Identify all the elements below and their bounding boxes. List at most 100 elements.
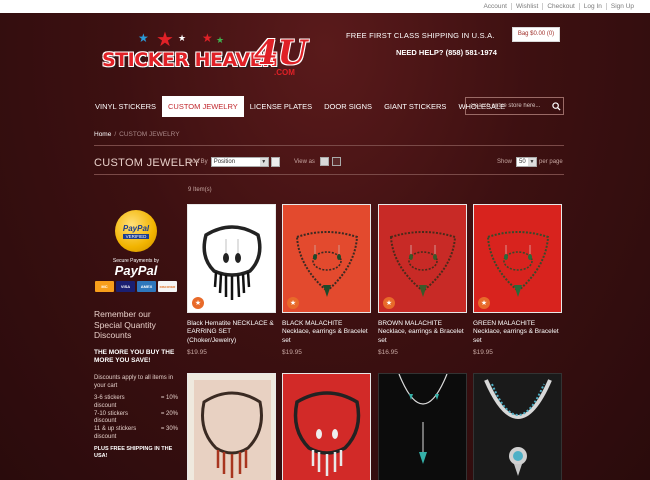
per-page-label: per page <box>539 159 563 165</box>
product-price: $19.95 <box>187 349 207 357</box>
mastercard-icon: MC <box>95 281 114 292</box>
product-price: $19.95 <box>473 349 493 357</box>
logo-domain: .COM <box>274 68 295 77</box>
tier-row: 3-6 stickers = 10% <box>94 395 178 403</box>
signup-link[interactable]: Sign Up <box>605 3 638 10</box>
free-shipping-note: PLUS FREE SHIPPING IN THE USA! <box>94 446 173 460</box>
star-icon: ★ <box>138 31 149 45</box>
nav-door-signs[interactable]: DOOR SIGNS <box>318 96 378 117</box>
wishlist-link[interactable]: Wishlist <box>510 3 542 10</box>
nav-custom-jewelry[interactable]: CUSTOM JEWELRY <box>162 96 244 117</box>
product-image[interactable] <box>187 373 276 480</box>
product-name[interactable]: BROWN MALACHITE Necklace, earrings & Bra… <box>378 320 467 345</box>
product-image[interactable] <box>473 373 562 480</box>
main-nav: VINYL STICKERS CUSTOM JEWELRY LICENSE PL… <box>89 96 511 117</box>
chevron-down-icon: ▼ <box>528 158 537 166</box>
search-box <box>465 97 564 115</box>
discover-icon: DISCOVER <box>158 281 177 292</box>
necklace-image <box>486 231 550 297</box>
product-card[interactable]: ★ BROWN MALACHITE Necklace, earrings & B… <box>378 204 467 356</box>
product-image[interactable]: ★ <box>282 204 371 313</box>
tier-suffix: discount <box>94 433 117 440</box>
product-price: $16.95 <box>378 349 398 357</box>
cart-bag-button[interactable]: Bag $0.00 (0) <box>512 27 560 42</box>
page-title: CUSTOM JEWELRY <box>94 157 201 169</box>
breadcrumb-home[interactable]: Home <box>94 131 111 138</box>
star-icon: ★ <box>178 33 187 43</box>
nav-vinyl-stickers[interactable]: VINYL STICKERS <box>89 96 162 117</box>
divider <box>94 174 564 175</box>
sort-value: Position <box>213 159 236 165</box>
nav-license-plates[interactable]: LICENSE PLATES <box>244 96 318 117</box>
login-link[interactable]: Log In <box>578 3 606 10</box>
tier-row: 7-10 stickers = 20% <box>94 411 178 419</box>
limit-value: 50 <box>519 159 526 165</box>
tier-qty: 3-6 stickers <box>94 395 125 401</box>
visa-icon: VISA <box>116 281 135 292</box>
discount-tiers: 3-6 stickers = 10% discount 7-10 stickers… <box>94 395 178 442</box>
nav-giant-stickers[interactable]: GIANT STICKERS <box>378 96 452 117</box>
checkout-link[interactable]: Checkout <box>542 3 578 10</box>
account-link[interactable]: Account <box>479 3 511 10</box>
search-input[interactable] <box>466 98 549 114</box>
search-button[interactable] <box>549 98 563 114</box>
limit-toolbar: Show 50 ▼ per page <box>497 157 563 167</box>
divider <box>94 145 564 146</box>
sort-select[interactable]: Position ▼ <box>210 157 269 167</box>
product-card[interactable]: ★ GREEN MALACHITE Necklace, earrings & B… <box>473 204 562 356</box>
product-image[interactable]: ★ <box>473 204 562 313</box>
product-card[interactable] <box>187 373 276 480</box>
product-card[interactable] <box>282 373 371 480</box>
product-name[interactable]: Black Hematite NECKLACE & EARRING SET (C… <box>187 320 276 345</box>
favorite-star-icon[interactable]: ★ <box>287 297 299 309</box>
product-image[interactable]: ★ <box>187 204 276 313</box>
shipping-notice: FREE FIRST CLASS SHIPPING IN U.S.A. <box>346 31 495 40</box>
product-image[interactable] <box>378 373 467 480</box>
top-links-bar: Account Wishlist Checkout Log In Sign Up <box>0 0 650 13</box>
view-label: View as <box>294 158 315 165</box>
limit-select[interactable]: 50 ▼ <box>516 157 538 167</box>
product-price: $19.95 <box>282 349 302 357</box>
tier-qty: 11 & up stickers <box>94 426 137 433</box>
breadcrumb: Home / CUSTOM JEWELRY <box>94 131 180 138</box>
product-card[interactable] <box>473 373 562 480</box>
product-card[interactable]: ★ Black Hematite NECKLACE & EARRING SET … <box>187 204 276 356</box>
necklace-image <box>295 231 359 297</box>
star-icon: ★ <box>202 31 213 45</box>
tier-suffix: discount <box>94 402 117 409</box>
sort-direction-button[interactable] <box>270 157 280 167</box>
card-logos: MC VISA AMEX DISCOVER <box>95 281 177 292</box>
logo-text: STICKER HEAVEN <box>102 49 278 71</box>
breadcrumb-separator: / <box>114 131 117 138</box>
product-image[interactable] <box>282 373 371 480</box>
help-phone: NEED HELP? (858) 581-1974 <box>396 48 497 57</box>
necklace-image <box>194 380 271 480</box>
necklace-image <box>484 379 552 476</box>
favorite-star-icon[interactable]: ★ <box>192 297 204 309</box>
product-name[interactable]: BLACK MALACHITE Necklace, earrings & Bra… <box>282 320 371 345</box>
list-view-icon[interactable] <box>331 157 341 166</box>
chevron-down-icon: ▼ <box>259 158 268 166</box>
grid-view-icon[interactable] <box>319 157 329 166</box>
necklace-image <box>293 391 361 476</box>
necklace-image <box>389 231 457 297</box>
breadcrumb-current: CUSTOM JEWELRY <box>119 131 180 138</box>
paypal-verified-seal: PayPal VERIFIED <box>115 210 157 252</box>
product-card[interactable] <box>378 373 467 480</box>
amex-icon: AMEX <box>137 281 156 292</box>
show-label: Show <box>497 159 513 165</box>
items-count: 9 Item(s) <box>188 187 212 193</box>
seal-status: VERIFIED <box>122 233 150 239</box>
view-toolbar: View as <box>294 157 341 166</box>
site-logo[interactable]: ★ ★ ★ ★ ★ STICKER HEAVEN 4U .COM <box>98 27 308 82</box>
necklace-image <box>202 225 262 300</box>
product-card[interactable]: ★ BLACK MALACHITE Necklace, earrings & B… <box>282 204 371 356</box>
favorite-star-icon[interactable]: ★ <box>383 297 395 309</box>
favorite-star-icon[interactable]: ★ <box>478 297 490 309</box>
product-image[interactable]: ★ <box>378 204 467 313</box>
tier-discount: = 10% <box>160 395 178 401</box>
discount-slogan: THE MORE YOU BUY THE MORE YOU SAVE! <box>94 349 175 365</box>
product-name[interactable]: GREEN MALACHITE Necklace, earrings & Bra… <box>473 320 562 345</box>
tier-discount: = 30% <box>160 426 178 433</box>
tier-row: 11 & up stickers = 30% <box>94 426 178 434</box>
